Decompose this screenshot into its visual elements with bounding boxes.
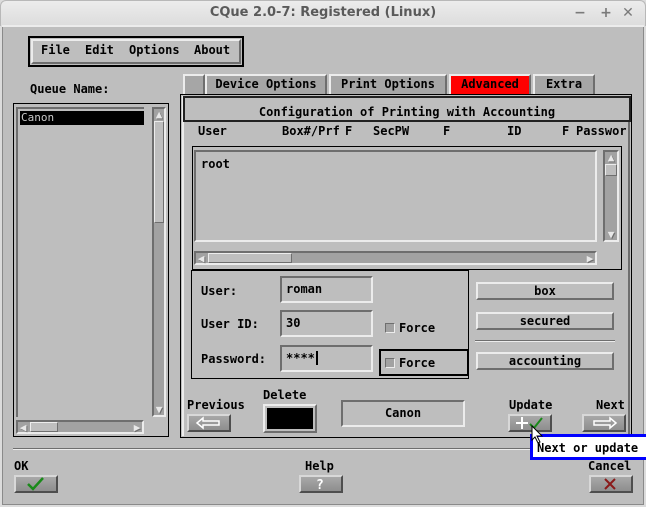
update-button[interactable] <box>508 414 552 432</box>
window-title: CQue 2.0-7: Registered (Linux) <box>209 5 437 20</box>
cancel-button[interactable] <box>589 475 633 493</box>
section-title: Configuration of Printing with Accountin… <box>183 96 631 122</box>
previous-label: Previous <box>187 398 245 412</box>
help-button[interactable]: ? <box>299 475 343 493</box>
tab-device-options[interactable]: Device Options <box>205 74 327 94</box>
maximize-button[interactable]: + <box>598 4 614 22</box>
column-password: Passwor <box>576 124 626 138</box>
next-button[interactable] <box>582 414 626 432</box>
scroll-thumb[interactable] <box>30 422 58 432</box>
menu-about[interactable]: About <box>194 43 230 57</box>
question-mark-icon: ? <box>316 478 324 493</box>
tab-blank[interactable] <box>183 74 205 94</box>
queue-list[interactable] <box>13 103 169 437</box>
update-label: Update <box>509 398 553 412</box>
tab-advanced[interactable]: Advanced <box>449 74 531 94</box>
menu-edit[interactable]: Edit <box>85 43 114 57</box>
force-userid-checkbox[interactable] <box>385 323 395 333</box>
arrow-right-icon <box>593 416 618 430</box>
column-f1: F <box>345 124 353 138</box>
list-horizontal-scrollbar[interactable]: ◀ ▶ <box>194 251 597 265</box>
checkmark-icon <box>27 477 44 491</box>
scroll-thumb[interactable] <box>605 164 617 176</box>
client-top-highlight <box>2 25 644 27</box>
scroll-up-arrow-icon[interactable]: ▲ <box>154 109 164 120</box>
user-input[interactable]: roman <box>280 276 373 303</box>
scroll-left-arrow-icon[interactable]: ◀ <box>18 422 28 433</box>
cancel-label: Cancel <box>588 459 632 473</box>
force-password-checkbox[interactable] <box>385 358 395 368</box>
close-button[interactable]: ✕ <box>620 4 636 22</box>
scroll-down-arrow-icon[interactable]: ▼ <box>154 404 164 415</box>
button-separator <box>475 340 615 342</box>
queue-list-shadow <box>16 107 18 417</box>
ok-label: OK <box>14 459 29 473</box>
column-f2: F <box>443 124 451 138</box>
tooltip: Next or update u <box>530 434 646 460</box>
scroll-down-arrow-icon[interactable]: ▼ <box>605 229 617 240</box>
scroll-right-arrow-icon[interactable]: ▶ <box>585 253 595 264</box>
arrow-left-icon <box>195 416 220 430</box>
menu-options[interactable]: Options <box>129 43 180 57</box>
previous-button[interactable] <box>187 414 231 432</box>
queue-horizontal-scrollbar[interactable]: ◀ ▶ <box>16 420 144 434</box>
force-userid-label: Force <box>399 321 436 335</box>
ok-button[interactable] <box>14 475 58 493</box>
next-label: Next <box>596 398 625 412</box>
secured-button[interactable]: secured <box>476 312 614 330</box>
password-label: Password: <box>201 352 267 366</box>
accounting-list-content[interactable] <box>194 150 597 242</box>
user-label: User: <box>201 284 238 298</box>
accounting-button[interactable]: accounting <box>476 352 614 370</box>
list-vertical-scrollbar[interactable]: ▲ ▼ <box>603 150 619 242</box>
column-user: User <box>198 124 227 138</box>
delete-label: Delete <box>263 388 307 402</box>
column-box-prf: Box#/Prf <box>282 124 340 138</box>
list-item[interactable]: root <box>201 157 230 171</box>
minimize-button[interactable]: − <box>572 4 588 22</box>
password-input[interactable]: **** <box>280 345 373 372</box>
column-f3: F <box>562 124 570 138</box>
scroll-thumb[interactable] <box>208 253 292 263</box>
column-secpw: SecPW <box>373 124 410 138</box>
column-id: ID <box>507 124 522 138</box>
queue-list-item[interactable]: Canon <box>20 111 144 125</box>
scroll-left-arrow-icon[interactable]: ◀ <box>196 253 206 264</box>
tab-print-options[interactable]: Print Options <box>329 74 447 94</box>
x-icon <box>604 478 616 490</box>
text-cursor-icon <box>316 351 318 365</box>
queue-name-label: Queue Name: <box>30 82 110 96</box>
svg-text:?: ? <box>316 478 324 491</box>
tab-extra[interactable]: Extra <box>533 74 595 94</box>
scroll-right-arrow-icon[interactable]: ▶ <box>132 422 142 433</box>
force-password-label: Force <box>399 356 436 370</box>
delete-button[interactable] <box>263 404 317 433</box>
userid-input[interactable]: 30 <box>280 310 373 337</box>
queue-list-shadow-top <box>16 107 144 109</box>
scroll-thumb[interactable] <box>154 121 164 223</box>
box-button[interactable]: box <box>476 282 614 300</box>
queue-display: Canon <box>341 400 465 427</box>
scroll-up-arrow-icon[interactable]: ▲ <box>605 152 617 163</box>
menu-file[interactable]: File <box>41 43 70 57</box>
userid-label: User ID: <box>201 317 259 331</box>
help-label: Help <box>305 459 334 473</box>
queue-vertical-scrollbar[interactable]: ▲ ▼ <box>152 107 166 417</box>
mouse-pointer-icon <box>531 425 544 444</box>
delete-swatch <box>267 408 313 429</box>
